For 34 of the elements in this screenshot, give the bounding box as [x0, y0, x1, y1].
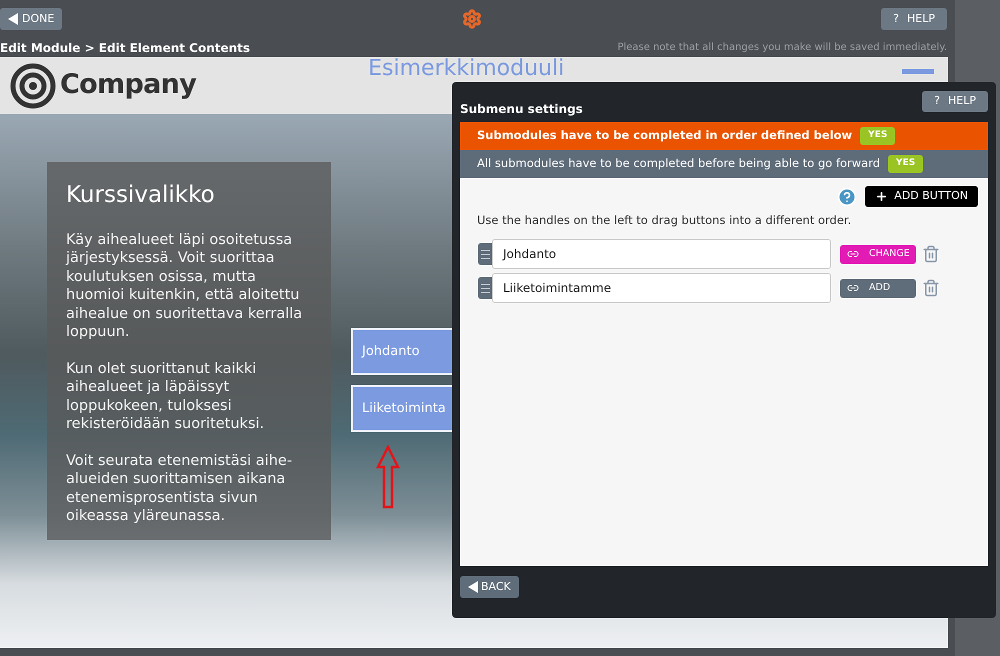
settings-icon[interactable] [462, 9, 482, 29]
drag-handle[interactable] [478, 277, 493, 300]
button-label-field[interactable]: Liiketoimintamme [492, 273, 831, 304]
setting-label: Submodules have to be completed in order defined below [477, 127, 852, 144]
help-button[interactable]: ? HELP [881, 8, 947, 30]
delete-icon[interactable] [922, 245, 940, 264]
back-button[interactable]: BACK [460, 576, 519, 598]
dialog-title: Submenu settings [460, 101, 583, 118]
panel-paragraph: Voit seurata etenemistäsi aihe-alueiden suorittamisen aikana etenemisprosentista sivun oikeassa yläreunassa. [66, 452, 294, 526]
panel-paragraph: Käy aihealueet läpi osoitetussa järjestyksessä. Voit suorittaa koulutuksen osissa, mutta huomioi kuitenkin, että aloitettu aihealue on suoritettava kerralla loppuun. [66, 230, 304, 342]
plus-icon [875, 190, 888, 203]
module-title: Esimerkkimoduuli [368, 58, 564, 80]
logo-icon [10, 62, 56, 108]
instructions: Use the handles on the left to drag buttons into a different order. [476, 212, 852, 229]
back-triangle-icon [8, 13, 18, 25]
panel-title: Kurssivalikko [66, 181, 216, 210]
breadcrumb: Edit Module > Edit Element Contents [0, 40, 250, 56]
submenu-button[interactable]: Johdanto [351, 328, 455, 375]
logo-text: Company [60, 68, 196, 102]
done-button[interactable]: DONE [0, 8, 62, 30]
save-notice: Please note that all changes you make will be saved immediately. [617, 41, 947, 55]
panel-paragraph: Kun olet suorittanut kaikki aihealueet ja läpäissyt loppukokeen, tuloksesi rekisteröidään suoritetuksi. [66, 360, 266, 434]
submenu-button[interactable]: Liiketoiminta [351, 385, 455, 432]
drag-handle[interactable] [478, 243, 493, 266]
help-icon[interactable] [837, 186, 858, 206]
setting-label: All submodules have to be completed before being able to go forward [477, 155, 880, 172]
link-button[interactable]: CHANGE [840, 244, 916, 264]
button-label-field[interactable]: Johdanto [492, 239, 831, 270]
annotation-arrow [376, 445, 400, 509]
delete-icon[interactable] [922, 279, 940, 298]
help-button[interactable]: ? HELP [922, 91, 988, 112]
back-triangle-icon [468, 581, 478, 593]
add-button[interactable]: ADD BUTTON [865, 186, 978, 207]
link-button[interactable]: ADD [840, 278, 916, 298]
